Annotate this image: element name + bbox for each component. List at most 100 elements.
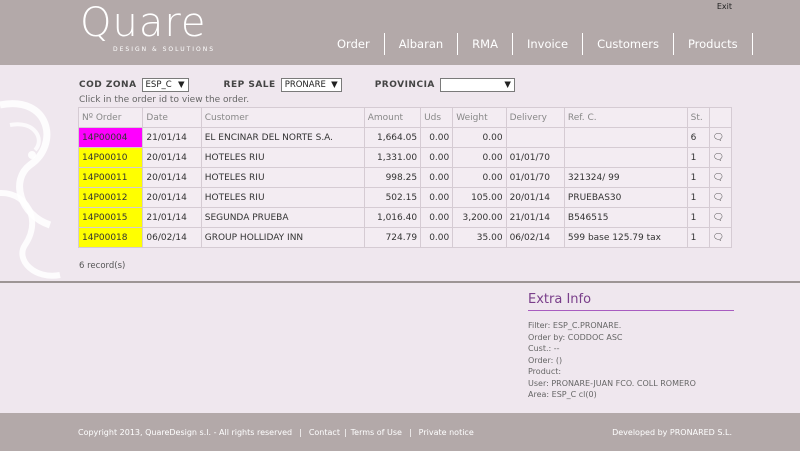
order-ref: 599 base 125.79 tax bbox=[563, 227, 688, 248]
order-uds: 0.00 bbox=[420, 227, 454, 248]
table-row: 14P00004 21/01/14 EL ENCINAR DEL NORTE S… bbox=[77, 127, 733, 148]
extra-info-order-by: Order by: CODDOC ASC bbox=[528, 332, 623, 342]
order-date: 20/01/14 bbox=[142, 187, 202, 208]
order-delivery: 01/01/70 bbox=[505, 147, 565, 168]
order-delivery: 06/02/14 bbox=[505, 227, 565, 248]
footer-copyright: Copyright 2013, QuareDesign s.l. - All r… bbox=[78, 428, 293, 437]
comment-bubble-icon[interactable]: 🗨 bbox=[708, 167, 733, 188]
order-ref: 321324/ 99 bbox=[563, 167, 688, 188]
comment-bubble-icon[interactable]: 🗨 bbox=[708, 227, 733, 248]
filter-bar: COD ZONA ESP_C ▼ REP SALE PRONARE ▼ PROV… bbox=[79, 78, 515, 92]
main-content: COD ZONA ESP_C ▼ REP SALE PRONARE ▼ PROV… bbox=[0, 65, 800, 281]
nav-customers[interactable]: Customers bbox=[583, 33, 674, 55]
footer-developed-by[interactable]: Developed by PRONARED S.L. bbox=[612, 428, 732, 437]
order-amount: 502.15 bbox=[363, 187, 422, 208]
orders-table: Nº Order Date Customer Amount Uds Weight… bbox=[77, 107, 733, 248]
extra-info-title: Extra Info bbox=[528, 292, 734, 311]
table-header-row: Nº Order Date Customer Amount Uds Weight… bbox=[77, 107, 733, 128]
order-id-link[interactable]: 14P00010 bbox=[77, 147, 144, 168]
order-ref bbox=[563, 147, 688, 168]
nav-rma[interactable]: RMA bbox=[458, 33, 513, 55]
extra-info-filter: Filter: ESP_C.PRONARE. bbox=[528, 321, 622, 330]
order-id-link[interactable]: 14P00018 bbox=[77, 227, 144, 248]
main-nav: Order Albaran RMA Invoice Customers Prod… bbox=[326, 33, 753, 55]
comment-bubble-icon[interactable]: 🗨 bbox=[708, 187, 733, 208]
order-uds: 0.00 bbox=[420, 167, 454, 188]
order-date: 20/01/14 bbox=[142, 147, 202, 168]
order-delivery bbox=[505, 127, 565, 148]
col-header-status[interactable]: St. bbox=[686, 107, 710, 128]
order-ref bbox=[563, 127, 688, 148]
table-row: 14P00015 21/01/14 SEGUNDA PRUEBA 1,016.4… bbox=[77, 207, 733, 228]
logo-subtitle: DESIGN & SOLUTIONS bbox=[113, 46, 216, 53]
order-uds: 0.00 bbox=[420, 147, 454, 168]
order-customer: HOTELES RIU bbox=[200, 187, 365, 208]
nav-invoice[interactable]: Invoice bbox=[513, 33, 584, 55]
dropdown-arrow-icon: ▼ bbox=[178, 80, 185, 90]
col-header-amount[interactable]: Amount bbox=[363, 107, 422, 128]
order-date: 06/02/14 bbox=[142, 227, 202, 248]
order-customer: EL ENCINAR DEL NORTE S.A. bbox=[200, 127, 365, 148]
comment-bubble-icon[interactable]: 🗨 bbox=[708, 127, 733, 148]
order-id-link[interactable]: 14P00004 bbox=[77, 127, 144, 148]
extra-info-cust: Cust.: -- bbox=[528, 344, 560, 353]
cod-zona-value: ESP_C bbox=[145, 80, 172, 90]
provincia-select[interactable]: ▼ bbox=[439, 78, 515, 92]
rep-sale-label: REP SALE bbox=[223, 80, 276, 90]
logo[interactable]: Quare bbox=[80, 0, 207, 46]
cod-zona-label: COD ZONA bbox=[79, 80, 137, 90]
table-row: 14P00011 20/01/14 HOTELES RIU 998.25 0.0… bbox=[77, 167, 733, 188]
col-header-uds[interactable]: Uds bbox=[420, 107, 454, 128]
extra-info-user: User: PRONARE-JUAN FCO. COLL ROMERO bbox=[528, 378, 696, 388]
nav-products[interactable]: Products bbox=[674, 33, 753, 55]
order-status: 1 bbox=[686, 227, 710, 248]
order-id-link[interactable]: 14P00012 bbox=[77, 187, 144, 208]
footer-separator: | bbox=[408, 428, 412, 437]
order-customer: GROUP HOLLIDAY INN bbox=[200, 227, 365, 248]
record-count: 6 record(s) bbox=[79, 261, 126, 271]
order-ref: B546515 bbox=[563, 207, 688, 228]
footer-contact-link[interactable]: Contact bbox=[309, 428, 340, 437]
order-delivery: 01/01/70 bbox=[505, 167, 565, 188]
rep-sale-select[interactable]: PRONARE ▼ bbox=[280, 78, 342, 92]
col-header-order[interactable]: Nº Order bbox=[77, 107, 144, 128]
col-header-weight[interactable]: Weight bbox=[452, 107, 507, 128]
order-customer: HOTELES RIU bbox=[200, 147, 365, 168]
order-weight: 0.00 bbox=[452, 127, 507, 148]
nav-albaran[interactable]: Albaran bbox=[385, 33, 459, 55]
order-amount: 998.25 bbox=[363, 167, 422, 188]
order-customer: SEGUNDA PRUEBA bbox=[200, 207, 365, 228]
order-amount: 724.79 bbox=[363, 227, 422, 248]
exit-link[interactable]: Exit bbox=[717, 2, 732, 11]
order-id-link[interactable]: 14P00011 bbox=[77, 167, 144, 188]
cod-zona-select[interactable]: ESP_C ▼ bbox=[141, 78, 189, 92]
table-row: 14P00018 06/02/14 GROUP HOLLIDAY INN 724… bbox=[77, 227, 733, 248]
footer-privacy-link[interactable]: Private notice bbox=[419, 428, 474, 437]
rep-sale-value: PRONARE bbox=[284, 80, 326, 90]
col-header-customer[interactable]: Customer bbox=[200, 107, 365, 128]
order-status: 1 bbox=[686, 167, 710, 188]
comment-bubble-icon[interactable]: 🗨 bbox=[708, 147, 733, 168]
order-uds: 0.00 bbox=[420, 187, 454, 208]
order-uds: 0.00 bbox=[420, 207, 454, 228]
order-weight: 105.00 bbox=[452, 187, 507, 208]
hint-text: Click in the order id to view the order. bbox=[79, 95, 250, 105]
footer: Copyright 2013, QuareDesign s.l. - All r… bbox=[0, 413, 800, 451]
col-header-ref[interactable]: Ref. C. bbox=[563, 107, 688, 128]
extra-info-area: Area: ESP_C cl(0) bbox=[528, 390, 597, 399]
order-date: 21/01/14 bbox=[142, 127, 202, 148]
decorative-swirl bbox=[0, 100, 61, 279]
col-header-date[interactable]: Date bbox=[142, 107, 202, 128]
dropdown-arrow-icon: ▼ bbox=[504, 80, 511, 90]
footer-separator: | bbox=[299, 428, 302, 437]
extra-info-order: Order: () bbox=[528, 355, 563, 365]
order-id-link[interactable]: 14P00015 bbox=[77, 207, 144, 228]
comment-bubble-icon[interactable]: 🗨 bbox=[708, 207, 733, 228]
footer-terms-link[interactable]: Terms of Use bbox=[351, 428, 402, 437]
order-amount: 1,016.40 bbox=[363, 207, 422, 228]
nav-order[interactable]: Order bbox=[326, 33, 385, 55]
col-header-delivery[interactable]: Delivery bbox=[505, 107, 565, 128]
order-date: 21/01/14 bbox=[142, 207, 202, 228]
col-header-comment bbox=[708, 107, 733, 128]
order-weight: 35.00 bbox=[452, 227, 507, 248]
